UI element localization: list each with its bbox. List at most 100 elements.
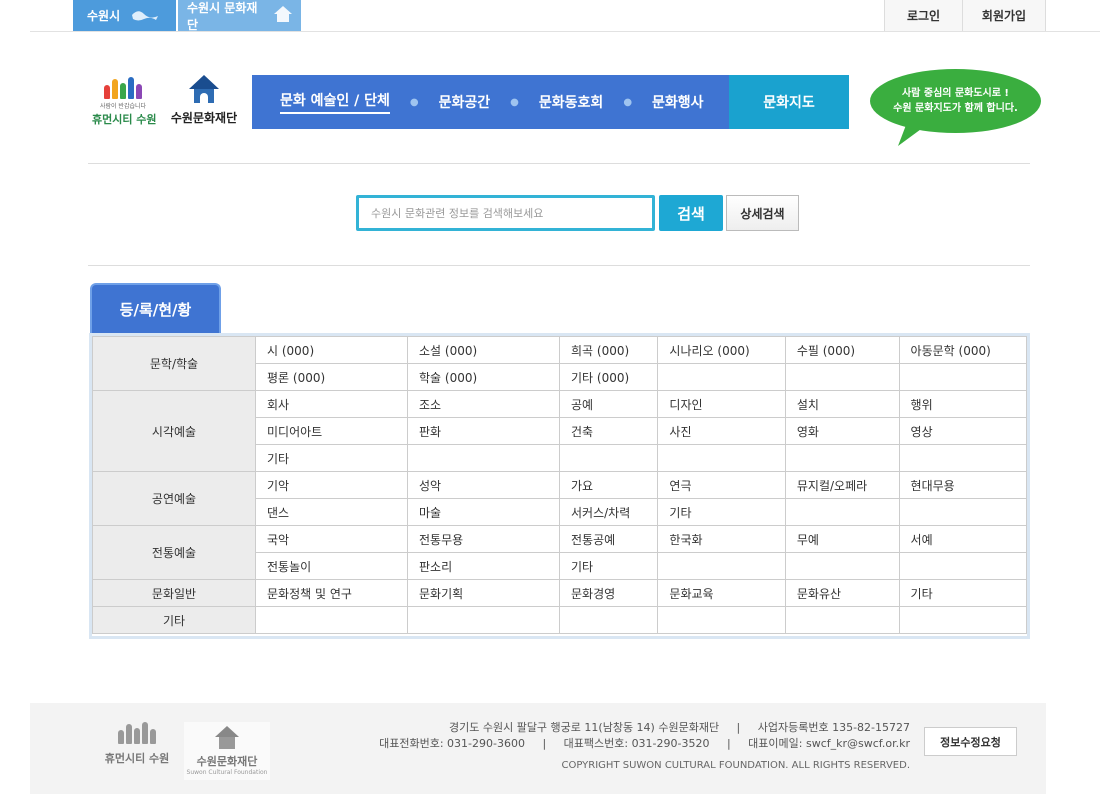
table-row: 기타 [92, 606, 1028, 634]
genre-cell[interactable]: 평론 (000) [255, 363, 408, 391]
genre-cell[interactable]: 뮤지컬/오페라 [784, 471, 900, 499]
genre-cell[interactable]: 공예 [558, 390, 659, 418]
logo2-name: 수원문화재단 [170, 111, 238, 125]
genre-cell[interactable]: 전통놀이 [255, 552, 408, 580]
map-icon [130, 6, 160, 26]
genre-cell[interactable]: 국악 [255, 525, 408, 553]
category-cell: 시각예술 [92, 390, 256, 472]
genre-cell[interactable]: 소설 (000) [407, 336, 560, 364]
logo1-slogan: 사람이 반갑습니다 [99, 103, 147, 110]
search-button[interactable]: 검색 [659, 195, 723, 231]
nav-separator-icon: ● [510, 96, 519, 108]
genre-cell[interactable]: 마술 [407, 498, 560, 526]
genre-cell[interactable]: 무예 [784, 525, 900, 553]
slogan-speech-bubble: 사람 중심의 문화도시로 ! 수원 문화지도가 함께 합니다. [870, 69, 1041, 133]
category-cell: 공연예술 [92, 471, 256, 526]
human-city-suwon-logo[interactable]: 사람이 반갑습니다 휴먼시티 수원 [92, 77, 157, 129]
genre-cell[interactable]: 판화 [407, 417, 560, 445]
account-links: 로그인 회원가입 [884, 0, 1046, 31]
genre-cell[interactable]: 성악 [407, 471, 560, 499]
people-icon [92, 77, 154, 99]
genre-cell[interactable]: 서예 [898, 525, 1028, 553]
genre-cell[interactable]: 아동문학 (000) [898, 336, 1028, 364]
genre-cell[interactable]: 시나리오 (000) [657, 336, 786, 364]
genre-cell[interactable]: 희곡 (000) [558, 336, 659, 364]
genre-cell[interactable]: 문화교육 [657, 579, 786, 607]
genre-cell[interactable]: 영상 [898, 417, 1028, 445]
genre-cell[interactable]: 전통무용 [407, 525, 560, 553]
footer-logo2-en: Suwon Cultural Foundation [186, 769, 268, 776]
genre-cell [784, 498, 900, 526]
footer-info: 경기도 수원시 팔달구 행궁로 11(남창동 14) 수원문화재단 | 사업자등… [379, 720, 910, 774]
genre-cell[interactable]: 기타 [898, 579, 1028, 607]
genre-cell[interactable]: 행위 [898, 390, 1028, 418]
genre-cell[interactable]: 가요 [558, 471, 659, 499]
genre-cell[interactable]: 서커스/차력 [558, 498, 659, 526]
nav-culture-event[interactable]: 문화행사 [652, 75, 704, 129]
footer-logo2-name: 수원문화재단 [196, 755, 258, 768]
nav-culture-map[interactable]: 문화지도 [729, 75, 849, 129]
genre-cell[interactable]: 학술 (000) [407, 363, 560, 391]
nav-culture-club[interactable]: 문화동호회 [539, 75, 603, 129]
genre-cell[interactable]: 시 (000) [255, 336, 408, 364]
divider [88, 163, 1030, 164]
hwaseong-gate-icon [213, 726, 241, 750]
genre-cell[interactable]: 조소 [407, 390, 560, 418]
footer-foundation-logo[interactable]: 수원문화재단 Suwon Cultural Foundation [184, 722, 270, 780]
people-icon [101, 722, 173, 744]
genre-cell[interactable]: 기악 [255, 471, 408, 499]
genre-cell [784, 444, 900, 472]
genre-cell[interactable]: 수필 (000) [784, 336, 900, 364]
suwon-city-link-label: 수원시 [87, 9, 121, 23]
suwon-foundation-link[interactable]: 수원시 문화재단 [178, 0, 301, 32]
genre-cell[interactable]: 한국화 [657, 525, 786, 553]
bubble-line-1: 사람 중심의 문화도시로 ! [901, 88, 1009, 99]
genre-cell[interactable]: 디자인 [657, 390, 786, 418]
suwon-cultural-foundation-logo[interactable]: 수원문화재단 [168, 75, 240, 129]
search-box [356, 195, 655, 231]
login-button[interactable]: 로그인 [884, 0, 962, 31]
genre-cell[interactable]: 문화기획 [407, 579, 560, 607]
nav-separator-icon: ● [409, 96, 419, 108]
nav-culture-artists[interactable]: 문화 예술인 / 단체 [280, 75, 390, 129]
search-input[interactable] [359, 198, 652, 228]
genre-cell [558, 444, 659, 472]
genre-cell[interactable]: 전통공예 [558, 525, 659, 553]
genre-cell[interactable]: 문화정책 및 연구 [255, 579, 408, 607]
divider [88, 265, 1030, 266]
genre-cell[interactable]: 판소리 [407, 552, 560, 580]
genre-cell[interactable]: 문화경영 [558, 579, 659, 607]
genre-cell[interactable]: 기타 [255, 444, 408, 472]
genre-cell[interactable]: 설치 [784, 390, 900, 418]
genre-cell [407, 444, 560, 472]
registration-table-wrapper: 문학/학술 시 (000) 소설 (000) 희곡 (000) 시나리오 (000) 수필… [89, 333, 1030, 639]
suwon-city-link[interactable]: 수원시 [73, 0, 176, 31]
genre-cell[interactable]: 영화 [784, 417, 900, 445]
genre-cell[interactable]: 회사 [255, 390, 408, 418]
genre-cell[interactable]: 기타 [558, 552, 659, 580]
genre-cell[interactable]: 기타 [657, 498, 786, 526]
genre-cell[interactable]: 사진 [657, 417, 786, 445]
genre-cell [407, 606, 560, 634]
genre-cell [898, 552, 1028, 580]
hwaseong-gate-icon [185, 75, 223, 105]
genre-cell[interactable]: 연극 [657, 471, 786, 499]
genre-cell[interactable]: 댄스 [255, 498, 408, 526]
genre-cell[interactable]: 문화유산 [784, 579, 900, 607]
category-cell: 전통예술 [92, 525, 256, 580]
category-cell: 기타 [92, 606, 256, 634]
genre-cell[interactable]: 건축 [558, 417, 659, 445]
join-button[interactable]: 회원가입 [962, 0, 1046, 31]
advanced-search-button[interactable]: 상세검색 [726, 195, 799, 231]
registration-status-tab[interactable]: 등/록/현/황 [90, 283, 221, 334]
genre-cell [558, 606, 659, 634]
info-edit-request-button[interactable]: 정보수정요청 [924, 727, 1017, 756]
genre-cell [898, 444, 1028, 472]
nav-culture-space[interactable]: 문화공간 [439, 75, 491, 129]
genre-cell[interactable]: 기타 (000) [558, 363, 659, 391]
table-row: 공연예술 기악 성악 가요 연극 뮤지컬/오페라 현대무용 [92, 471, 1028, 526]
category-cell: 문학/학술 [92, 336, 256, 391]
genre-cell[interactable]: 미디어아트 [255, 417, 408, 445]
footer-human-city-logo[interactable]: 휴먼시티 수원 [101, 722, 173, 766]
genre-cell[interactable]: 현대무용 [898, 471, 1028, 499]
